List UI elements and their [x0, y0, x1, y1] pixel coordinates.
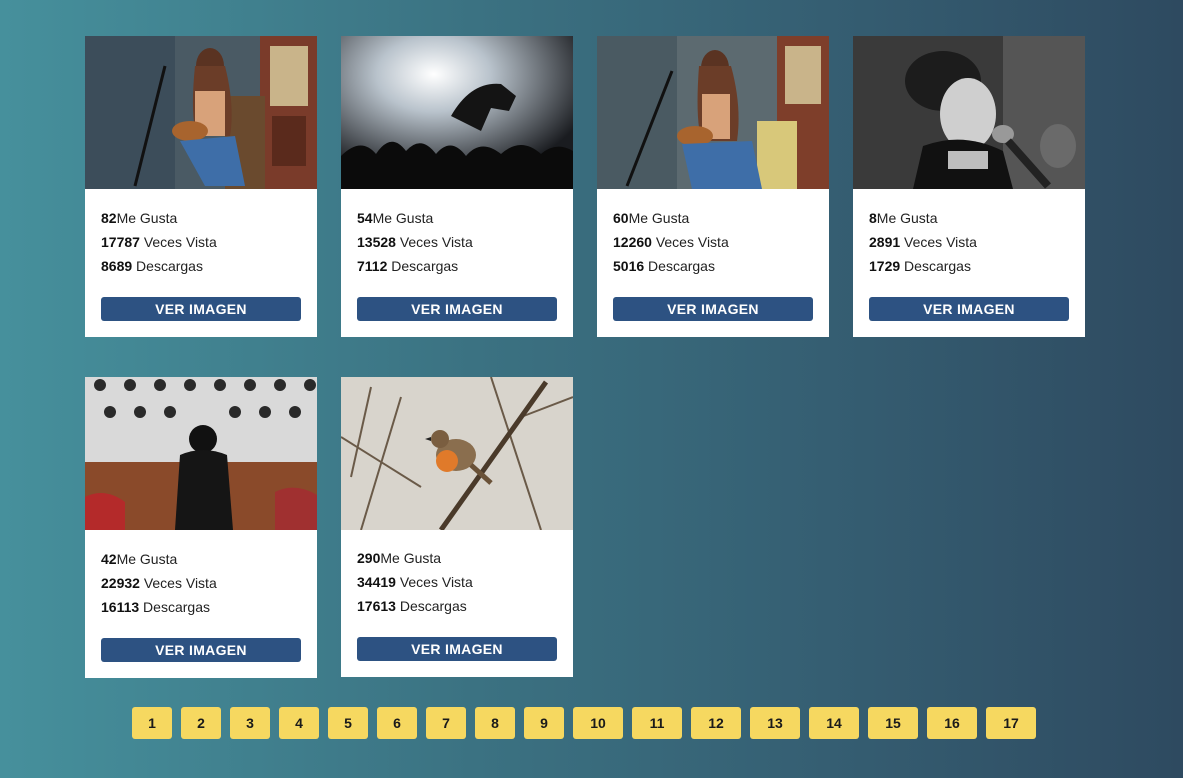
views-count: 2891 — [869, 234, 901, 250]
likes-label: Me Gusta — [372, 210, 434, 226]
page-button-14[interactable]: 14 — [809, 707, 859, 739]
views-stat: 2891 Veces Vista — [869, 230, 1069, 254]
views-stat: 34419 Veces Vista — [357, 570, 557, 594]
image-card: 82Me Gusta 17787 Veces Vista 8689 Descar… — [85, 36, 317, 337]
page-button-15[interactable]: 15 — [868, 707, 918, 739]
view-image-button[interactable]: VER IMAGEN — [101, 638, 301, 662]
image-card: 42Me Gusta 22932 Veces Vista 16113 Desca… — [85, 377, 317, 678]
likes-count: 82 — [101, 210, 117, 226]
downloads-count: 16113 — [101, 599, 140, 615]
views-count: 13528 — [357, 234, 396, 250]
views-label: Veces Vista — [139, 575, 217, 591]
singer-guitar-image — [597, 36, 829, 189]
view-image-button[interactable]: VER IMAGEN — [613, 297, 813, 321]
views-count: 17787 — [101, 234, 140, 250]
page-button-12[interactable]: 12 — [691, 707, 741, 739]
downloads-count: 5016 — [613, 258, 645, 274]
page-button-16[interactable]: 16 — [927, 707, 977, 739]
downloads-label: Descargas — [139, 599, 210, 615]
page-button-8[interactable]: 8 — [475, 707, 515, 739]
views-label: Veces Vista — [395, 574, 473, 590]
concert-crowd-image — [341, 36, 573, 189]
likes-stat: 8Me Gusta — [869, 206, 1069, 230]
downloads-stat: 5016 Descargas — [613, 254, 813, 278]
likes-count: 290 — [357, 550, 381, 566]
likes-count: 54 — [357, 210, 373, 226]
views-stat: 22932 Veces Vista — [101, 571, 301, 595]
likes-count: 60 — [613, 210, 629, 226]
views-label: Veces Vista — [651, 234, 729, 250]
view-image-button[interactable]: VER IMAGEN — [357, 297, 557, 321]
downloads-label: Descargas — [644, 258, 715, 274]
likes-stat: 54Me Gusta — [357, 206, 557, 230]
downloads-count: 1729 — [869, 258, 901, 274]
likes-count: 8 — [869, 210, 877, 226]
views-label: Veces Vista — [900, 234, 977, 250]
downloads-stat: 8689 Descargas — [101, 254, 301, 278]
page-button-2[interactable]: 2 — [181, 707, 221, 739]
views-count: 34419 — [357, 574, 396, 590]
downloads-count: 17613 — [357, 598, 396, 614]
downloads-stat: 16113 Descargas — [101, 595, 301, 619]
page-button-1[interactable]: 1 — [132, 707, 172, 739]
page-button-13[interactable]: 13 — [750, 707, 800, 739]
page-button-6[interactable]: 6 — [377, 707, 417, 739]
singer-guitar-image — [85, 36, 317, 189]
downloads-stat: 1729 Descargas — [869, 254, 1069, 278]
singer-microphone-image — [853, 36, 1085, 189]
downloads-label: Descargas — [900, 258, 971, 274]
views-stat: 13528 Veces Vista — [357, 230, 557, 254]
page-button-4[interactable]: 4 — [279, 707, 319, 739]
page-button-3[interactable]: 3 — [230, 707, 270, 739]
image-card: 8Me Gusta 2891 Veces Vista 1729 Descarga… — [853, 36, 1085, 337]
views-count: 12260 — [613, 234, 652, 250]
page-button-10[interactable]: 10 — [573, 707, 623, 739]
likes-stat: 290Me Gusta — [357, 546, 557, 570]
downloads-stat: 17613 Descargas — [357, 594, 557, 618]
views-stat: 17787 Veces Vista — [101, 230, 301, 254]
pagination: 1 2 3 4 5 6 7 8 9 10 11 12 13 14 15 16 1… — [132, 707, 1045, 739]
downloads-label: Descargas — [132, 258, 203, 274]
image-card: 54Me Gusta 13528 Veces Vista 7112 Descar… — [341, 36, 573, 337]
likes-label: Me Gusta — [876, 210, 938, 226]
view-image-button[interactable]: VER IMAGEN — [357, 637, 557, 661]
likes-label: Me Gusta — [380, 550, 442, 566]
views-stat: 12260 Veces Vista — [613, 230, 813, 254]
downloads-count: 7112 — [357, 258, 388, 274]
page-button-11[interactable]: 11 — [632, 707, 682, 739]
downloads-count: 8689 — [101, 258, 133, 274]
downloads-label: Descargas — [387, 258, 459, 274]
view-image-button[interactable]: VER IMAGEN — [869, 297, 1069, 321]
downloads-stat: 7112 Descargas — [357, 254, 557, 278]
page-button-17[interactable]: 17 — [986, 707, 1036, 739]
page-button-9[interactable]: 9 — [524, 707, 564, 739]
views-label: Veces Vista — [395, 234, 473, 250]
likes-stat: 82Me Gusta — [101, 206, 301, 230]
image-card: 60Me Gusta 12260 Veces Vista 5016 Descar… — [597, 36, 829, 337]
page-button-7[interactable]: 7 — [426, 707, 466, 739]
likes-label: Me Gusta — [116, 551, 178, 567]
views-label: Veces Vista — [139, 234, 217, 250]
likes-stat: 42Me Gusta — [101, 547, 301, 571]
choir-conductor-image — [85, 377, 317, 530]
downloads-label: Descargas — [395, 598, 467, 614]
views-count: 22932 — [101, 575, 140, 591]
likes-label: Me Gusta — [628, 210, 690, 226]
robin-bird-image — [341, 377, 573, 530]
image-card: 290Me Gusta 34419 Veces Vista 17613 Desc… — [341, 377, 573, 677]
likes-stat: 60Me Gusta — [613, 206, 813, 230]
likes-count: 42 — [101, 551, 117, 567]
page-button-5[interactable]: 5 — [328, 707, 368, 739]
view-image-button[interactable]: VER IMAGEN — [101, 297, 301, 321]
likes-label: Me Gusta — [116, 210, 178, 226]
